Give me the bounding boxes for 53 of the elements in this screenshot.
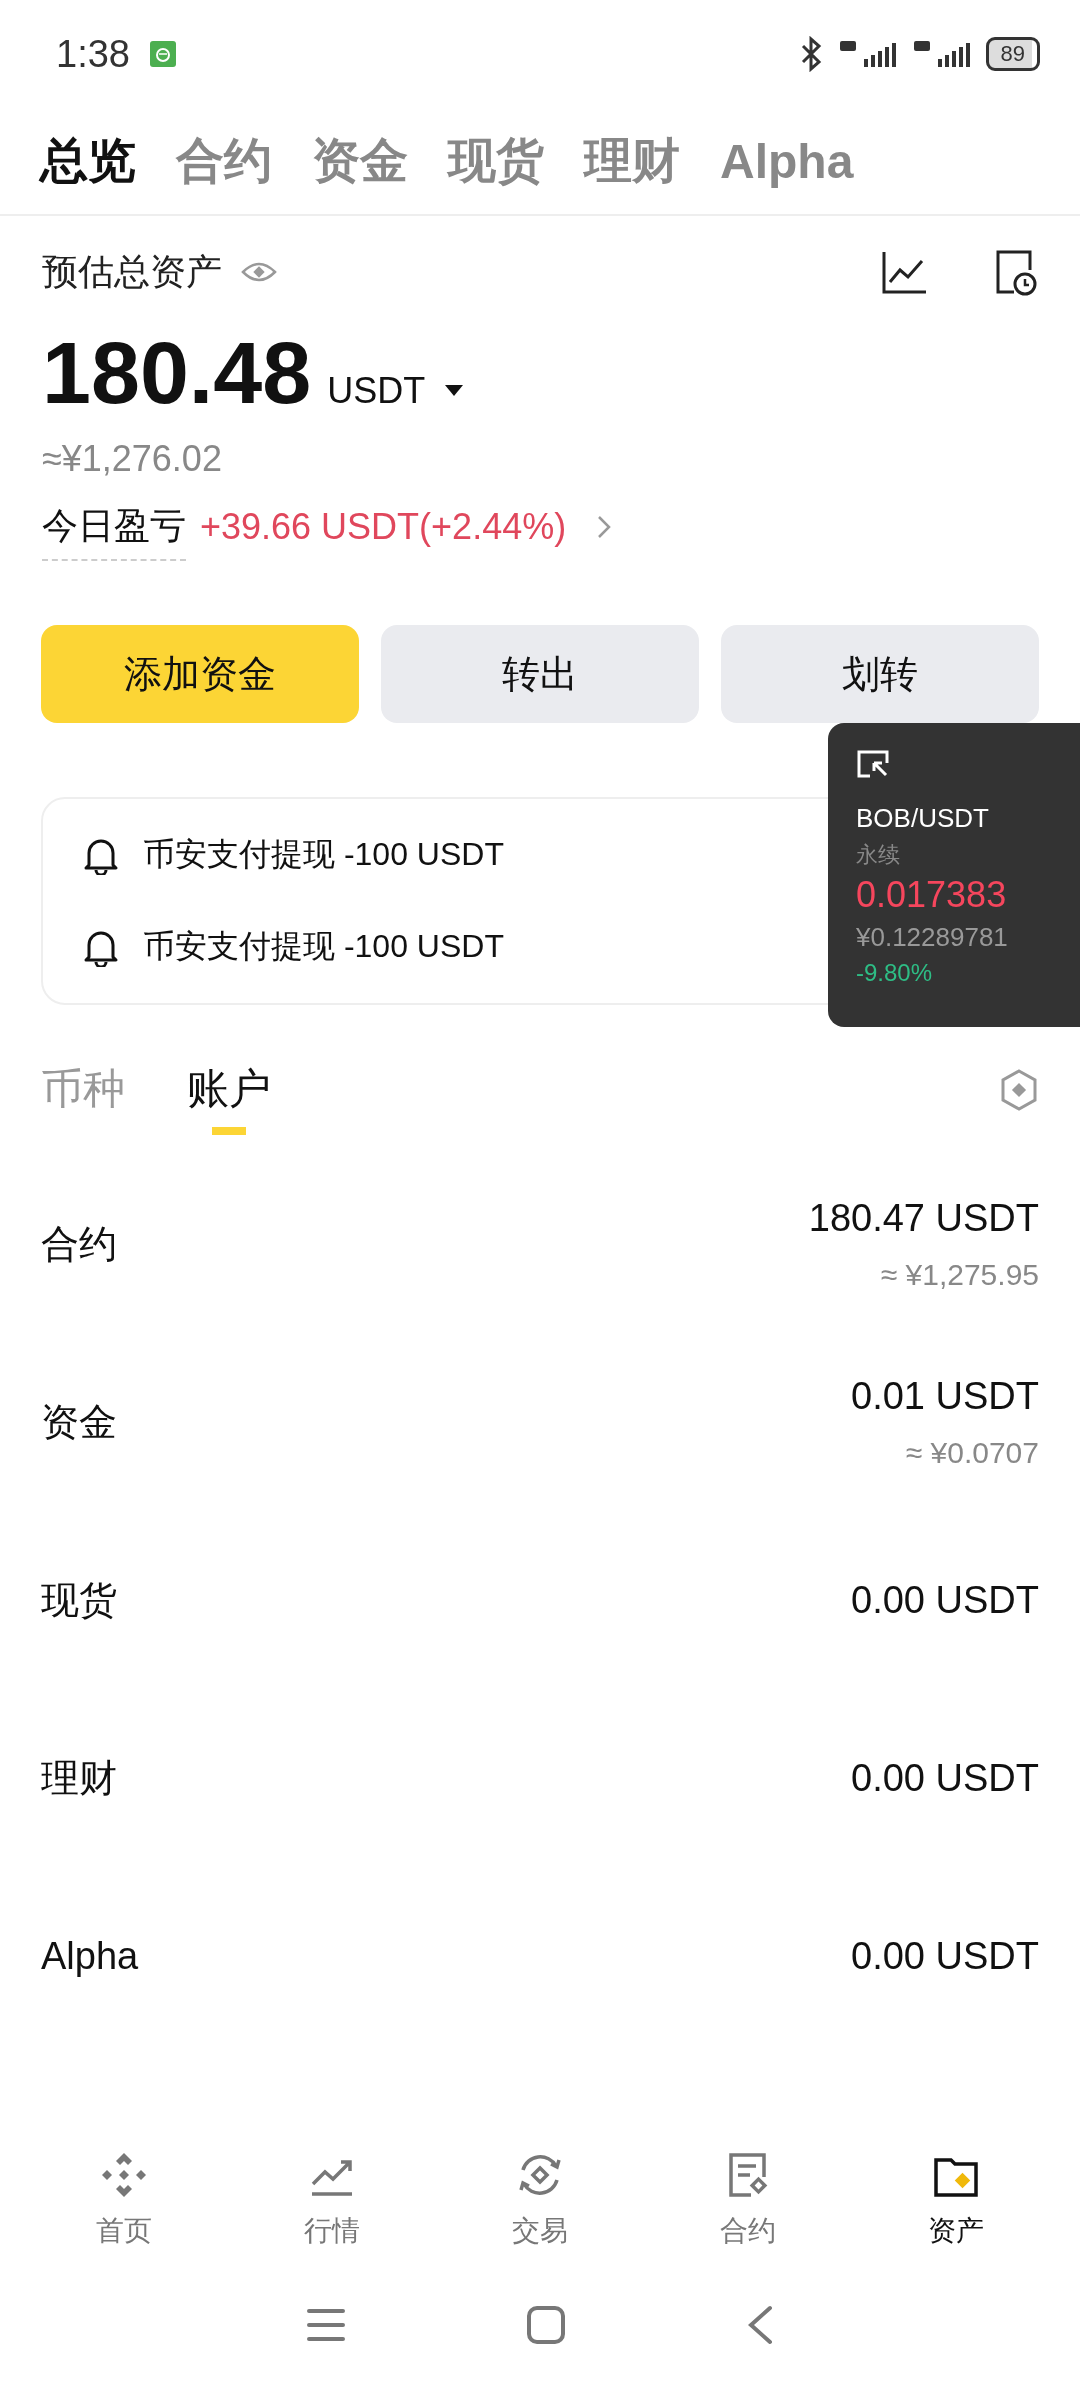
nav-tab[interactable]: 首页 (49, 2150, 199, 2250)
account-balance: 0.01 USDT (851, 1374, 1039, 1418)
menu-icon[interactable] (306, 2307, 346, 2343)
action-button[interactable]: 转出 (381, 625, 699, 723)
currency-selector[interactable]: USDT (327, 370, 464, 412)
top-tab[interactable]: 资金 (312, 129, 408, 193)
account-balance: 0.00 USDT (851, 1934, 1039, 1978)
nav-tab[interactable]: 合约 (673, 2150, 823, 2250)
floating-ticker-panel[interactable]: BOB/USDT 永续 0.017383 ¥0.12289781 -9.80% (828, 723, 1080, 1027)
ticker-type: 永续 (856, 841, 900, 869)
account-balance: 0.00 USDT (851, 1578, 1039, 1622)
notification-text[interactable]: 币安支付提现 -100 USDT (143, 833, 504, 877)
nav-tab[interactable]: 交易 (465, 2150, 615, 2250)
top-tab[interactable]: 理财 (584, 129, 680, 193)
app-notification-icon (149, 41, 176, 67)
account-name[interactable]: 现货 (41, 1574, 117, 1626)
account-balance: 180.47 USDT (808, 1196, 1039, 1240)
expand-window-icon[interactable] (856, 749, 890, 779)
notification-text[interactable]: 币安支付提现 -100 USDT (143, 925, 504, 969)
status-time: 1:38 (56, 32, 130, 76)
chevron-right-icon[interactable] (596, 513, 613, 540)
document-clock-icon[interactable] (994, 248, 1038, 296)
back-icon[interactable] (746, 2305, 774, 2345)
account-name[interactable]: 资金 (41, 1396, 117, 1448)
hexagon-icon[interactable] (999, 1068, 1039, 1112)
ticker-pair: BOB/USDT (856, 803, 989, 834)
pnl-value: +39.66 USDT(+2.44%) (200, 505, 567, 548)
nav-tab[interactable]: 资产 (881, 2150, 1031, 2250)
section-tab[interactable]: 账户 (187, 1045, 271, 1135)
fiat-balance: ≈¥1,276.02 (42, 438, 223, 480)
top-tab[interactable]: 合约 (176, 129, 272, 193)
pnl-label: 今日盈亏 (42, 502, 186, 561)
eye-icon[interactable] (240, 260, 278, 284)
home-square-icon[interactable] (526, 2305, 566, 2345)
caret-down-icon[interactable] (445, 385, 464, 397)
top-tab[interactable]: 总览 (40, 129, 136, 193)
account-fiat-balance: ≈ ¥0.0707 (905, 1435, 1039, 1470)
top-tab[interactable]: Alpha (720, 133, 854, 189)
top-tab[interactable]: 现货 (448, 129, 544, 193)
ticker-change: -9.80% (856, 959, 933, 987)
account-fiat-balance: ≈ ¥1,275.95 (880, 1257, 1039, 1292)
action-button[interactable]: 划转 (721, 625, 1039, 723)
action-button[interactable]: 添加资金 (41, 625, 359, 723)
account-name[interactable]: Alpha (41, 1934, 139, 1978)
total-assets-label: 预估总资产 (42, 249, 222, 294)
ticker-price: 0.017383 (856, 874, 1007, 916)
battery-indicator: 89 (985, 37, 1040, 71)
nav-tab[interactable]: 行情 (257, 2150, 407, 2250)
ticker-fiat-price: ¥0.12289781 (856, 922, 1008, 953)
account-name[interactable]: 合约 (41, 1218, 117, 1270)
account-name[interactable]: 理财 (41, 1752, 117, 1804)
total-balance: 180.48 (42, 322, 312, 424)
account-balance: 0.00 USDT (851, 1756, 1039, 1800)
